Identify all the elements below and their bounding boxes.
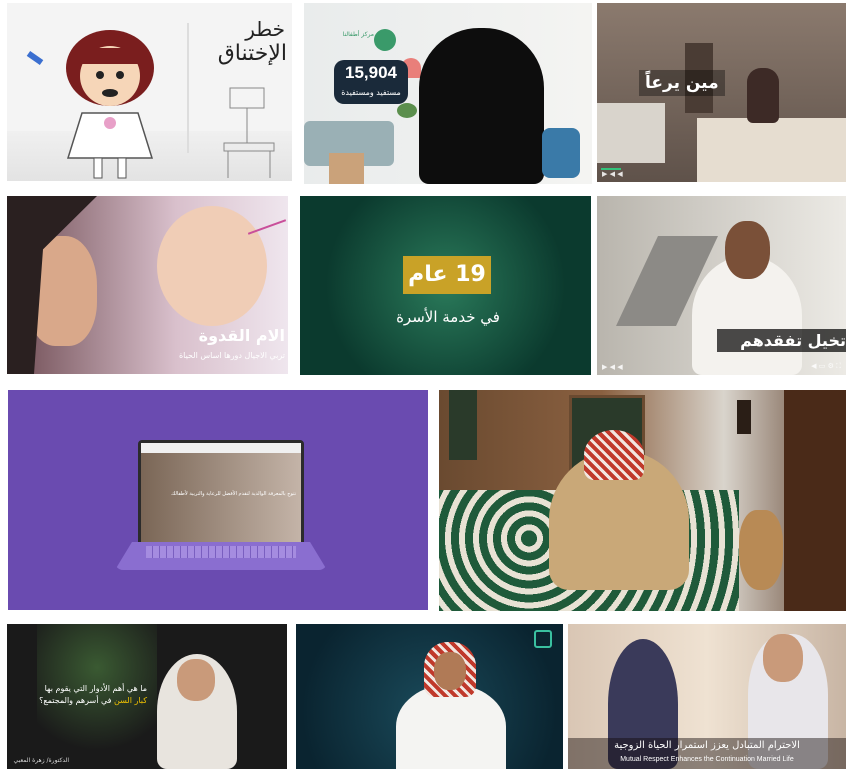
caption: تخيل تفقدهم xyxy=(717,329,846,352)
question-line2-group: كبار السن في أسرهم والمجتمع؟ xyxy=(7,696,147,705)
side-table xyxy=(329,153,364,184)
laptop-keyboard xyxy=(146,546,296,558)
player-controls[interactable]: ▶ ◀ ◀ xyxy=(602,363,623,371)
video-thumbnail-beneficiaries[interactable]: مركز أطفالنا 15,904 مستفيد ومستفيدة xyxy=(304,3,592,184)
org-name: مركز أطفالنا xyxy=(342,31,374,38)
title: الام القدوة xyxy=(198,326,285,345)
pillow xyxy=(542,128,580,178)
speaker-face xyxy=(177,659,215,701)
wall-picture xyxy=(737,400,751,434)
years-badge: 19 عام xyxy=(403,256,491,294)
stat-count: 15,904 xyxy=(345,63,397,82)
pencil-icon xyxy=(26,50,44,66)
clay-pot xyxy=(739,510,783,590)
speaker-face xyxy=(434,652,466,690)
subtitle: في خدمة الأسرة xyxy=(396,308,500,326)
woman-in-bed xyxy=(747,68,779,123)
stat-caption: مستفيد ومستفيدة xyxy=(341,88,401,97)
website-header xyxy=(141,443,301,453)
video-thumbnail-imagine-losing-them[interactable]: تخيل تفقدهم ▶ ◀ ◀ ◀ ▭ ⚙ ⛶ xyxy=(597,196,846,375)
laptop-screen: نتوج بالمعرفة الوالدية لتقدم الأفضل للرع… xyxy=(138,440,304,548)
caption-arabic: الاحترام المتبادل يعزز استمرار الحياة ال… xyxy=(614,740,800,751)
wooden-door xyxy=(784,390,846,611)
video-thumbnail-mutual-respect[interactable]: الاحترام المتبادل يعزز استمرار الحياة ال… xyxy=(568,624,846,769)
video-thumbnail-traditional-man[interactable] xyxy=(439,390,846,611)
video-thumbnail-who-takes-care[interactable]: مين يرعاً ▶ ◀ ◀ xyxy=(597,3,846,182)
org-logo-icon xyxy=(374,29,396,51)
video-thumbnail-choking-danger[interactable]: خطر الإختناق xyxy=(7,3,292,181)
player-settings[interactable]: ◀ ▭ ⚙ ⛶ xyxy=(811,362,841,371)
subtitle: تربي الاجيال دورها اساس الحياة xyxy=(178,351,285,360)
question-line2: في أسرهم والمجتمع؟ xyxy=(39,696,112,705)
title-line1: خطر xyxy=(245,17,285,41)
speaker-name: الدكتورة/ زهرة المعبي xyxy=(13,757,69,764)
baby xyxy=(157,206,267,326)
plant xyxy=(397,103,417,118)
player-controls[interactable]: ▶ ◀ ◀ xyxy=(602,170,623,178)
man-face xyxy=(725,221,770,279)
bed xyxy=(697,118,846,182)
video-thumbnail-role-model-mother[interactable]: الام القدوة تربي الاجيال دورها اساس الحي… xyxy=(7,196,288,374)
video-thumbnail-19-years[interactable]: 19 عام في خدمة الأسرة xyxy=(300,196,591,375)
caption-english: Mutual Respect Enhances the Continuation… xyxy=(620,756,794,763)
man-face xyxy=(763,634,803,682)
cartoon-girl xyxy=(66,30,154,179)
tv-stand-drawing xyxy=(223,87,275,178)
veiled-woman xyxy=(419,28,544,184)
title-line2: الإختناق xyxy=(217,41,287,66)
question-highlight: كبار السن xyxy=(114,696,147,705)
caption: مين يرعاً xyxy=(639,70,725,96)
website-hero xyxy=(141,453,301,545)
channel-logo-icon xyxy=(534,630,552,648)
video-thumbnail-elderly-roles[interactable]: ما هي أهم الأدوار التي يقوم بها كبار الس… xyxy=(7,624,287,769)
red-shemagh xyxy=(584,430,644,480)
video-thumbnail-website-promo[interactable]: نتوج بالمعرفة الوالدية لتقدم الأفضل للرع… xyxy=(8,390,428,610)
website-headline: نتوج بالمعرفة الوالدية لتقدم الأفضل للرع… xyxy=(171,491,296,497)
cabinet xyxy=(597,103,665,163)
window-left xyxy=(449,390,477,460)
video-thumbnail-saudi-speaker[interactable] xyxy=(296,624,563,769)
question-line1: ما هي أهم الأدوار التي يقوم بها xyxy=(44,684,147,693)
